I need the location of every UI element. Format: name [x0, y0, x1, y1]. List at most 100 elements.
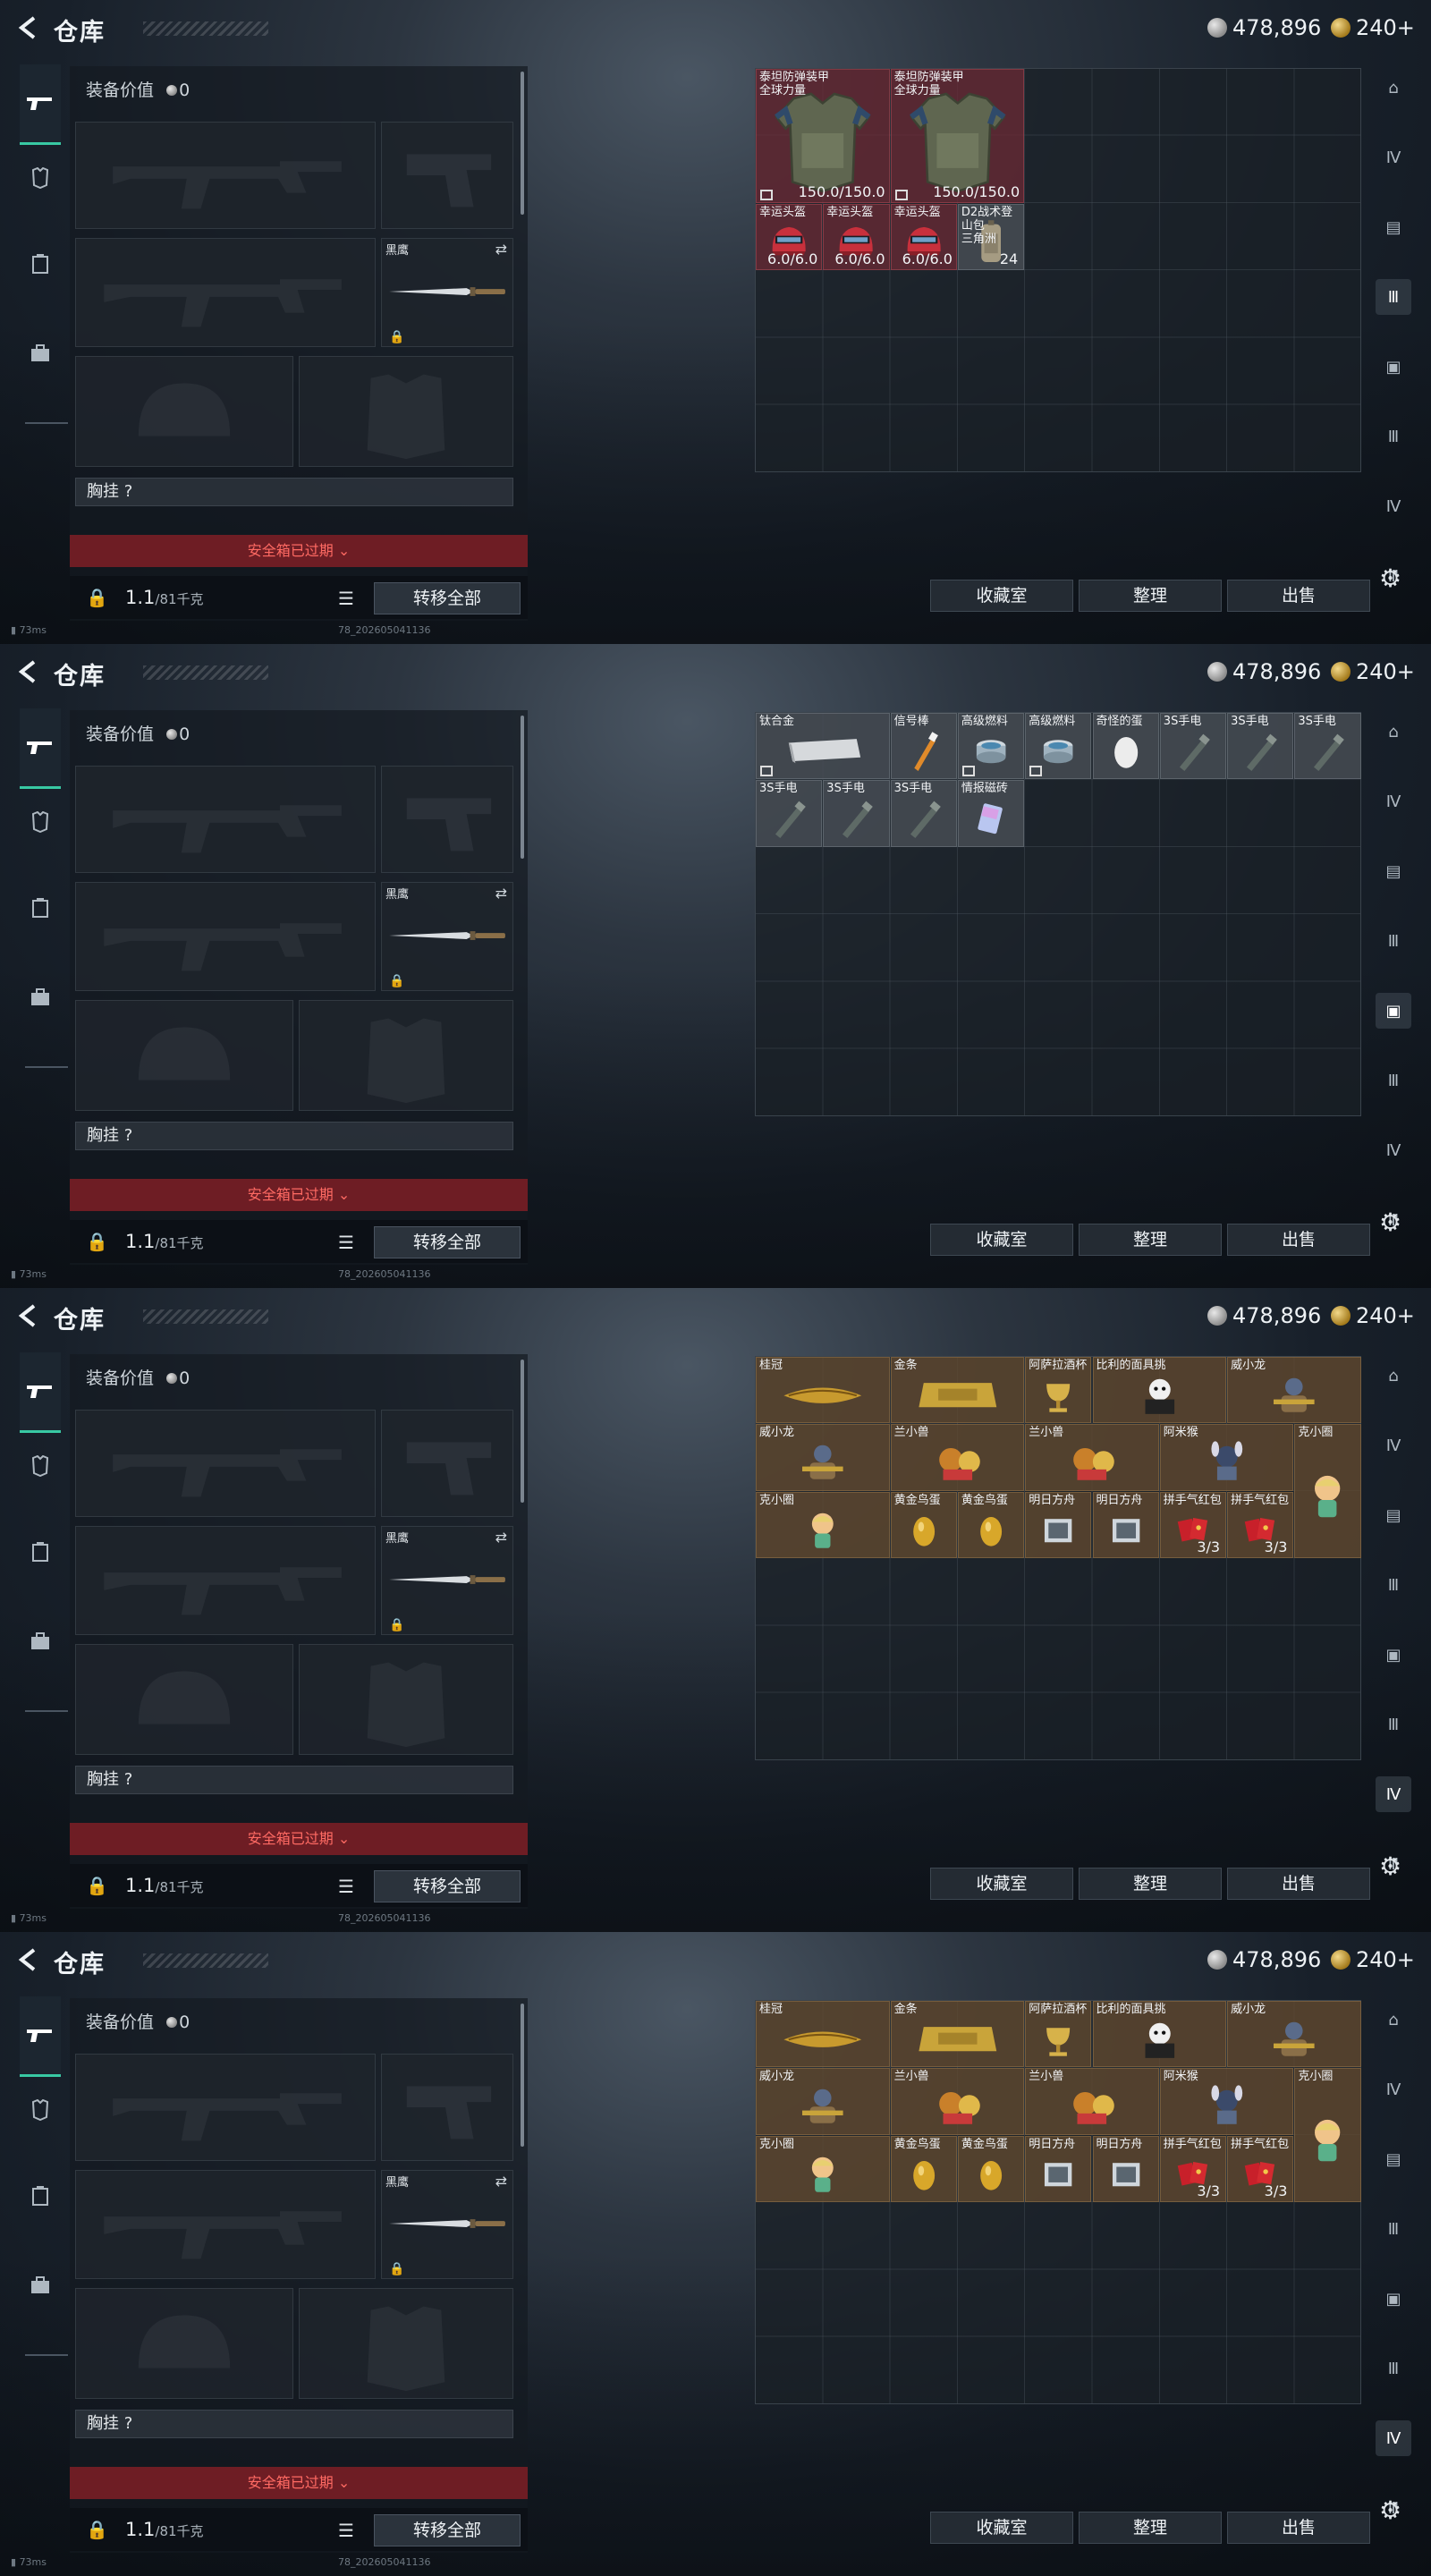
collection-room-button[interactable]: 收藏室 [930, 580, 1073, 612]
stash-item[interactable]: 明日方舟 [1092, 2135, 1159, 2202]
stash-page-tab-6[interactable]: Ⅲ [1376, 419, 1411, 454]
secondary-weapon-slot[interactable] [75, 238, 376, 347]
tab-armor[interactable] [20, 1445, 61, 1487]
list-icon[interactable]: ☰ [338, 588, 354, 609]
sell-button[interactable]: 出售 [1227, 1224, 1370, 1256]
stash-page-tab-2[interactable]: Ⅳ [1376, 1428, 1411, 1463]
primary-weapon-slot[interactable] [75, 1410, 376, 1517]
stash-item[interactable]: 桂冠 [756, 1357, 890, 1424]
stash-item[interactable]: 比利的面具挑 [1092, 1357, 1227, 1424]
collection-room-button[interactable]: 收藏室 [930, 1224, 1073, 1256]
stash-item[interactable]: 兰小兽 [1025, 1424, 1159, 1491]
armor-slot[interactable] [299, 356, 513, 467]
stash-item[interactable]: 金条 [890, 1357, 1025, 1424]
tab-backpack[interactable] [20, 1621, 61, 1662]
pistol-slot[interactable] [381, 122, 513, 229]
list-icon[interactable]: ☰ [338, 1232, 354, 1253]
stash-page-tab-4[interactable]: Ⅲ [1376, 279, 1411, 315]
stash-item[interactable]: 明日方舟 [1025, 2135, 1092, 2202]
tab-weapons[interactable] [20, 708, 61, 789]
gear-icon[interactable]: ⚙ [1379, 2497, 1406, 2524]
back-arrow-icon[interactable] [16, 14, 39, 41]
helmet-slot[interactable] [75, 1644, 293, 1755]
stash-page-tab-5[interactable]: ▣ [1376, 349, 1411, 385]
stash-page-tab-6[interactable]: Ⅲ [1376, 1707, 1411, 1742]
pistol-slot[interactable] [381, 2054, 513, 2161]
stash-page-tab-4[interactable]: Ⅲ [1376, 1567, 1411, 1603]
sort-button[interactable]: 整理 [1079, 1224, 1222, 1256]
melee-slot[interactable]: 黑鹰 ⇄ 🔒 [381, 2170, 513, 2279]
stash-item[interactable]: 泰坦防弹装甲 全球力量 150.0/150.0 [756, 69, 890, 203]
safe-box-expired-banner[interactable]: 安全箱已过期 ⌄ [70, 2467, 528, 2499]
equipment-scrollbar[interactable] [521, 716, 524, 859]
collection-room-button[interactable]: 收藏室 [930, 2512, 1073, 2544]
stash-item[interactable]: 幸运头盔 6.0/6.0 [823, 203, 890, 270]
stash-page-tab-2[interactable]: Ⅳ [1376, 784, 1411, 819]
stash-item[interactable]: 克小圈 [756, 1491, 890, 1558]
helmet-slot[interactable] [75, 1000, 293, 1111]
gold-balance[interactable]: 240+ [1331, 14, 1415, 41]
stash-item[interactable]: 阿米猴 [1159, 1424, 1294, 1491]
gold-balance[interactable]: 240+ [1331, 1946, 1415, 1973]
stash-page-tab-1[interactable]: ⌂ [1376, 2002, 1411, 2038]
tab-vest[interactable] [20, 243, 61, 284]
stash-item[interactable]: 威小龙 [756, 2068, 890, 2135]
stash-item[interactable]: 威小龙 [1227, 1357, 1361, 1424]
sort-button[interactable]: 整理 [1079, 2512, 1222, 2544]
stash-page-tab-1[interactable]: ⌂ [1376, 1358, 1411, 1394]
stash-page-tab-4[interactable]: Ⅲ [1376, 923, 1411, 959]
back-arrow-icon[interactable] [16, 1946, 39, 1973]
transfer-all-button[interactable]: 转移全部 [374, 582, 521, 614]
stash-page-tab-7[interactable]: Ⅳ [1376, 488, 1411, 524]
stash-page-tab-1[interactable]: ⌂ [1376, 70, 1411, 106]
tab-vest[interactable] [20, 2175, 61, 2216]
stash-page-tab-7[interactable]: Ⅳ [1376, 1776, 1411, 1812]
secondary-weapon-slot[interactable] [75, 882, 376, 991]
chest-rig-slot[interactable]: 胸挂 ? [75, 1766, 513, 1794]
stash-item[interactable]: 3S手电 [1159, 713, 1227, 780]
gear-icon[interactable]: ⚙ [1379, 1853, 1406, 1880]
sort-button[interactable]: 整理 [1079, 580, 1222, 612]
stash-item[interactable]: 阿米猴 [1159, 2068, 1294, 2135]
stash-item[interactable]: 情报磁砖 [957, 780, 1025, 847]
stash-page-tab-7[interactable]: Ⅳ [1376, 1132, 1411, 1168]
equipment-scrollbar[interactable] [521, 1360, 524, 1503]
stash-item[interactable]: 3S手电 [756, 780, 823, 847]
stash-item[interactable]: 克小圈 [756, 2135, 890, 2202]
stash-page-tab-3[interactable]: ▤ [1376, 1497, 1411, 1533]
gear-icon[interactable]: ⚙ [1379, 565, 1406, 592]
safe-box-expired-banner[interactable]: 安全箱已过期 ⌄ [70, 1823, 528, 1855]
stash-item[interactable]: 兰小兽 [890, 2068, 1025, 2135]
stash-page-tab-4[interactable]: Ⅲ [1376, 2211, 1411, 2247]
primary-weapon-slot[interactable] [75, 766, 376, 873]
stash-item[interactable]: 黄金鸟蛋 [957, 1491, 1025, 1558]
stash-item[interactable]: 3S手电 [1294, 713, 1361, 780]
gear-icon[interactable]: ⚙ [1379, 1209, 1406, 1236]
stash-item[interactable]: 拼手气红包 3/3 [1159, 2135, 1227, 2202]
stash-page-tab-5[interactable]: ▣ [1376, 1637, 1411, 1673]
equipment-scrollbar[interactable] [521, 72, 524, 215]
stash-item[interactable]: 3S手电 [823, 780, 890, 847]
stash-item[interactable]: 明日方舟 [1025, 1491, 1092, 1558]
melee-slot[interactable]: 黑鹰 ⇄ 🔒 [381, 238, 513, 347]
chest-rig-slot[interactable]: 胸挂 ? [75, 1122, 513, 1150]
stash-item[interactable]: 拼手气红包 3/3 [1159, 1491, 1227, 1558]
sell-button[interactable]: 出售 [1227, 2512, 1370, 2544]
pistol-slot[interactable] [381, 1410, 513, 1517]
safe-box-expired-banner[interactable]: 安全箱已过期 ⌄ [70, 535, 528, 567]
stash-item[interactable]: 克小圈 [1294, 2068, 1361, 2202]
stash-page-tab-3[interactable]: ▤ [1376, 209, 1411, 245]
stash-page-tab-3[interactable]: ▤ [1376, 853, 1411, 889]
stash-item[interactable]: 3S手电 [1227, 713, 1294, 780]
stash-item[interactable]: 比利的面具挑 [1092, 2001, 1227, 2068]
transfer-all-button[interactable]: 转移全部 [374, 2514, 521, 2546]
tab-weapons[interactable] [20, 1352, 61, 1433]
stash-item[interactable]: 明日方舟 [1092, 1491, 1159, 1558]
stash-item[interactable]: 幸运头盔 6.0/6.0 [756, 203, 823, 270]
melee-slot[interactable]: 黑鹰 ⇄ 🔒 [381, 1526, 513, 1635]
back-arrow-icon[interactable] [16, 1302, 39, 1329]
sort-button[interactable]: 整理 [1079, 1868, 1222, 1900]
stash-item[interactable]: 黄金鸟蛋 [890, 1491, 957, 1558]
stash-item[interactable]: 高级燃料 [1025, 713, 1092, 780]
transfer-all-button[interactable]: 转移全部 [374, 1870, 521, 1902]
